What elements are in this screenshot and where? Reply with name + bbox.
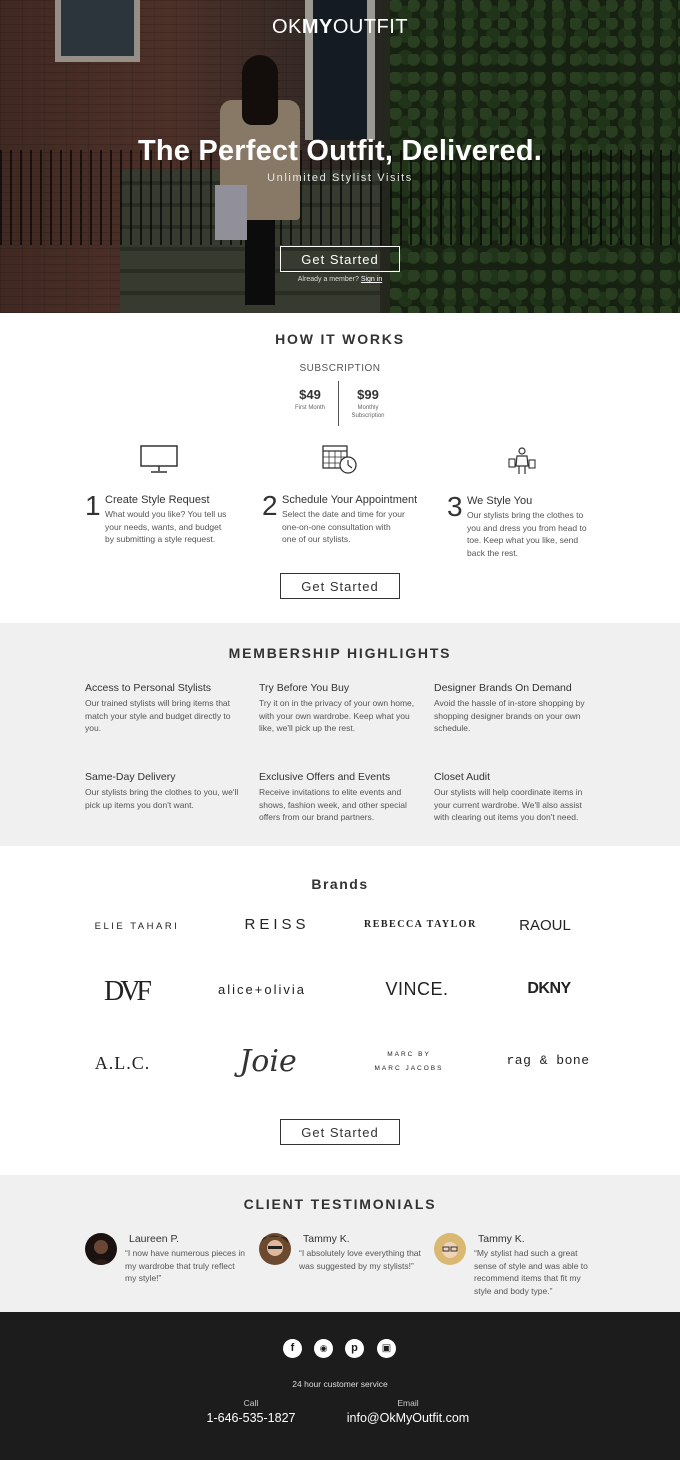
highlight-item: Designer Brands On Demand Avoid the hass… [434,682,594,735]
highlight-item: Try Before You Buy Try it on in the priv… [259,682,419,735]
brand-logo-marc-by-marc-jacobs: MARC BY MARC JACOBS [364,1048,454,1076]
highlights-title: MEMBERSHIP HIGHLIGHTS [228,645,452,661]
brand-logo-alc: A.L.C. [94,1053,151,1073]
twitter-icon[interactable]: ◉ [314,1339,333,1358]
highlight-item: Access to Personal Stylists Our trained … [85,682,245,735]
step-description: Select the date and time for your one-on… [282,509,405,544]
testimonials-section: CLIENT TESTIMONIALS Laureen P. “I now ha… [0,1175,680,1312]
membership-highlights-section: MEMBERSHIP HIGHLIGHTS Access to Personal… [0,623,680,846]
brands-get-started-button[interactable]: Get Started [280,1119,400,1145]
step-title: We Style You [467,495,533,507]
highlight-description: Try it on in the privacy of your own hom… [259,698,415,733]
highlight-title: Same-Day Delivery [85,771,176,783]
price-caption: Monthly Subscription [351,405,385,419]
testimonial-quote: “I now have numerous pieces in my wardro… [125,1248,246,1283]
brand-logo-elie-tahari: ELIE TAHARI [94,921,180,932]
how-it-works-title: HOW IT WORKS [275,331,405,347]
highlight-item: Exclusive Offers and Events Receive invi… [259,771,419,824]
logo-part-my: MY [301,16,333,38]
facebook-icon[interactable]: f [283,1339,302,1358]
hero-section: OKMYOUTFIT The Perfect Outfit, Delivered… [0,0,680,313]
highlight-title: Designer Brands On Demand [434,682,572,694]
brands-section: Brands ELIE TAHARI REISS REBECCA TAYLOR … [0,846,680,1175]
email-label: Email [397,1398,419,1408]
testimonial-name: Tammy K. [478,1233,525,1245]
brand-logo-dkny: DKNY [527,980,571,997]
highlight-item: Closet Audit Our stylists will help coor… [434,771,594,824]
avatar [85,1233,117,1265]
calendar-clock-icon [322,445,357,474]
highlight-title: Closet Audit [434,771,491,783]
site-logo[interactable]: OKMYOUTFIT [0,16,680,39]
avatar [259,1233,291,1265]
brand-logo-alice-olivia: alice+olivia [218,982,306,997]
step-title: Schedule Your Appointment [282,494,418,506]
brands-title: Brands [311,876,369,892]
pinterest-icon[interactable]: p [345,1339,364,1358]
step-title: Create Style Request [105,494,210,506]
price-amount: $99 [357,387,379,402]
highlight-description: Our stylists bring the clothes to you, w… [85,787,239,810]
highlight-description: Our stylists will help coordinate items … [434,787,583,822]
member-signin-text: Already a member? Sign in [0,276,680,283]
brand-logo-reiss: REISS [244,916,310,933]
brand-logo-rag-bone: rag & bone [506,1053,590,1068]
logo-part-ok: OK [271,16,302,38]
brand-line-2: MARC JACOBS [374,1065,444,1072]
brand-logo-rebecca-taylor: REBECCA TAYLOR [364,919,477,930]
testimonial-quote: “I absolutely love everything that was s… [299,1248,421,1271]
phone-link[interactable]: 1-646-535-1827 [191,1411,311,1425]
highlight-description: Our trained stylists will bring items th… [85,698,231,733]
member-prompt: Already a member? [297,276,359,283]
email-link[interactable]: info@OkMyOutfit.com [338,1411,478,1425]
brand-logo-dvf: DVF [103,976,152,1007]
step-number: 2 [262,490,278,521]
step-description: Our stylists bring the clothes to you an… [467,510,587,558]
brand-logo-raoul: RAOUL [519,917,571,934]
how-it-works-section: HOW IT WORKS SUBSCRIPTION $49 First Mont… [0,313,680,623]
testimonial-quote: “My stylist had such a great sense of st… [474,1248,588,1296]
testimonial-name: Tammy K. [303,1233,350,1245]
monitor-icon [140,445,178,473]
testimonial-name: Laureen P. [129,1233,180,1245]
highlight-title: Try Before You Buy [259,682,350,694]
price-monthly: $99 Monthly Subscription [333,387,403,420]
hero-headline: The Perfect Outfit, Delivered. [137,135,543,167]
avatar [434,1233,466,1265]
brand-logo-vince: VINCE. [385,979,449,999]
sign-in-link[interactable]: Sign in [361,276,382,283]
customer-service-text: 24 hour customer service [292,1379,388,1389]
logo-part-outfit: OUTFIT [332,16,409,38]
instagram-icon[interactable]: ▣ [377,1339,396,1358]
step-number: 3 [447,491,463,522]
highlight-title: Exclusive Offers and Events [259,771,391,783]
step-description: What would you like? You tell us your ne… [105,509,227,544]
brand-logo-joie: Joie [239,1044,297,1079]
call-label: Call [243,1398,259,1408]
highlight-description: Avoid the hassle of in-store shopping by… [434,698,585,733]
highlight-title: Access to Personal Stylists [85,682,212,694]
testimonials-title: CLIENT TESTIMONIALS [243,1196,437,1212]
subscription-label: SUBSCRIPTION [299,363,381,374]
step-number: 1 [85,490,101,521]
hero-get-started-button[interactable]: Get Started [280,246,400,272]
shopper-icon [508,447,536,474]
how-get-started-button[interactable]: Get Started [280,573,400,599]
footer: f ◉ p ▣ 24 hour customer service Call 1-… [0,1312,680,1460]
highlight-description: Receive invitations to elite events and … [259,787,407,822]
highlight-item: Same-Day Delivery Our stylists bring the… [85,771,245,811]
brand-line-1: MARC BY [387,1051,431,1058]
hero-subline: Unlimited Stylist Visits [267,172,413,184]
